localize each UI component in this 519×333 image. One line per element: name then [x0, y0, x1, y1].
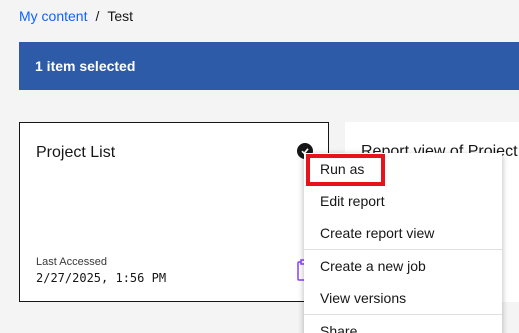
- breadcrumb: My content / Test: [19, 7, 133, 25]
- menu-item-create-new-job[interactable]: Create a new job: [304, 250, 502, 282]
- menu-item-run-as[interactable]: Run as: [304, 153, 502, 185]
- menu-item-create-report-view[interactable]: Create report view: [304, 217, 502, 249]
- selection-bar: 1 item selected: [19, 42, 519, 90]
- selection-count-text: 1 item selected: [35, 58, 136, 74]
- menu-item-view-versions[interactable]: View versions: [304, 282, 502, 314]
- last-accessed-label: Last Accessed: [36, 256, 107, 268]
- last-accessed-value: 2/27/2025, 1:56 PM: [36, 271, 167, 285]
- menu-item-edit-report[interactable]: Edit report: [304, 185, 502, 217]
- menu-item-share[interactable]: Share: [304, 315, 502, 333]
- context-menu: Run as Edit report Create report view Cr…: [304, 153, 502, 333]
- tile-title: Project List: [36, 144, 116, 161]
- breadcrumb-separator: /: [95, 8, 100, 24]
- project-list-tile[interactable]: Project List Last Accessed 2/27/2025, 1:…: [19, 122, 329, 302]
- breadcrumb-my-content-link[interactable]: My content: [19, 7, 87, 25]
- breadcrumb-current: Test: [107, 8, 134, 24]
